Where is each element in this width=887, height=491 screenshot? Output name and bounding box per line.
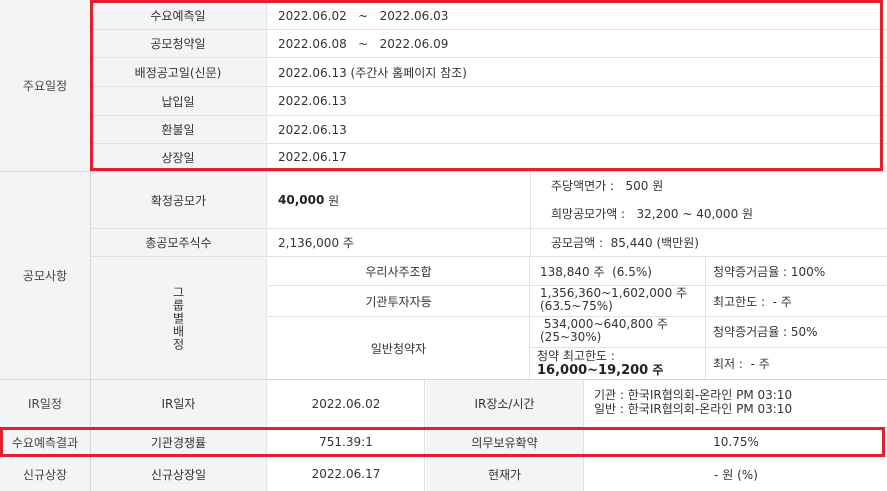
schedule-section: 주요일정 수요예측일 2022.06.02 ~ 2022.06.03 공모청약일…	[0, 0, 887, 172]
schedule-label: 상장일	[90, 144, 267, 170]
current-price-value: - 원 (%)	[714, 467, 758, 482]
forecast-section: 수요예측결과 기관경쟁률 751.39:1 의무보유확약 10.75%	[0, 428, 887, 457]
schedule-label: 배정공고일(신문)	[90, 58, 267, 86]
schedule-value: 2022.06.13	[278, 122, 347, 137]
price-unit: 원	[324, 193, 340, 208]
group-name: 우리사주조합	[268, 257, 530, 285]
schedule-value: 2022.06.13	[278, 94, 347, 108]
shares-label: 총공모주식수	[91, 229, 267, 256]
ir-place-line: 일반 : 한국IR협의회-온라인 PM 03:10	[594, 402, 793, 416]
group-label: 그룹별배정	[171, 285, 185, 351]
listing-header: 신규상장	[0, 457, 91, 491]
schedule-label: 공모청약일	[90, 30, 267, 57]
par-value: 주당액면가 : 500 원	[551, 178, 664, 193]
listing-section: 신규상장 신규상장일 2022.06.17 현재가 - 원 (%)	[0, 457, 887, 491]
ir-header: IR일정	[0, 380, 91, 427]
group-label-cell: 그룹별배정	[91, 257, 267, 379]
group-extra: 최저 : - 주	[713, 357, 770, 371]
lockup-label: 의무보유확약	[426, 428, 584, 456]
schedule-header: 주요일정	[0, 0, 91, 171]
group-qty: 534,000~640,800 주 (25~30%)	[540, 318, 668, 344]
schedule-label: 환불일	[90, 116, 267, 143]
limit-unit: 주	[648, 363, 664, 377]
price-label: 확정공모가	[91, 172, 267, 228]
limit-value: 16,000~19,200	[537, 363, 649, 378]
group-qty: 1,356,360~1,602,000 주 (63.5~75%)	[540, 287, 687, 313]
schedule-row: 납입일 2022.06.13	[90, 87, 887, 116]
schedule-value: 2022.06.13 (주간사 홈페이지 참조)	[278, 65, 467, 80]
current-price-label: 현재가	[426, 457, 584, 491]
group-qty: 138,840 주 (6.5%)	[540, 264, 652, 279]
competition-value: 751.39:1	[268, 428, 425, 456]
schedule-row: 상장일 2022.06.17	[90, 144, 887, 170]
offer-amount: 공모금액 : 85,440 (백만원)	[551, 236, 699, 250]
group-name: 기관투자자등	[268, 286, 530, 316]
forecast-header: 수요예측결과	[0, 428, 91, 456]
schedule-row: 환불일 2022.06.13	[90, 116, 887, 144]
group-qty-line: (25~30%)	[540, 330, 602, 344]
schedule-value: 2022.06.17	[278, 150, 347, 164]
schedule-label: 납입일	[90, 87, 267, 115]
group-name: 일반청약자	[268, 317, 530, 379]
offering-section: 공모사항 확정공모가 40,000 원 주당액면가 : 500 원 희망공모가액…	[0, 172, 887, 380]
group-extra: 청약증거금율 : 50%	[713, 324, 818, 339]
schedule-row: 배정공고일(신문) 2022.06.13 (주간사 홈페이지 참조)	[90, 58, 887, 87]
ir-date-value: 2022.06.02	[268, 380, 425, 427]
ipo-info-table: 주요일정 수요예측일 2022.06.02 ~ 2022.06.03 공모청약일…	[0, 0, 887, 491]
schedule-row: 수요예측일 2022.06.02 ~ 2022.06.03	[90, 2, 887, 30]
group-extra: 최고한도 : - 주	[713, 294, 792, 309]
ir-place-line: 기관 : 한국IR협의회-온라인 PM 03:10	[594, 388, 793, 402]
schedule-row: 공모청약일 2022.06.08 ~ 2022.06.09	[90, 30, 887, 58]
ir-place-label: IR장소/시간	[426, 380, 584, 427]
shares-value: 2,136,000 주	[278, 236, 354, 250]
subscription-limit: 청약 최고한도 : 16,000~19,200 주	[537, 349, 663, 378]
group-extra: 청약증거금율 : 100%	[713, 264, 826, 279]
price-amount: 40,000	[278, 193, 325, 207]
listing-date-label: 신규상장일	[91, 457, 267, 491]
price-value: 40,000 원	[278, 172, 339, 228]
schedule-value: 2022.06.02 ~ 2022.06.03	[278, 8, 449, 23]
hope-price: 희망공모가액 : 32,200 ~ 40,000 원	[551, 206, 754, 221]
offering-header: 공모사항	[0, 172, 91, 379]
competition-label: 기관경쟁률	[91, 428, 267, 456]
listing-date-value: 2022.06.17	[268, 457, 425, 491]
ir-place-value: 기관 : 한국IR협의회-온라인 PM 03:10 일반 : 한국IR협의회-온…	[594, 388, 792, 416]
group-qty-line: (63.5~75%)	[540, 299, 613, 313]
lockup-value: 10.75%	[713, 435, 759, 449]
ir-date-label: IR일자	[91, 380, 267, 427]
schedule-label: 수요예측일	[90, 2, 267, 29]
limit-label: 청약 최고한도 :	[537, 349, 615, 363]
schedule-value: 2022.06.08 ~ 2022.06.09	[278, 36, 449, 51]
ir-section: IR일정 IR일자 2022.06.02 IR장소/시간 기관 : 한국IR협의…	[0, 380, 887, 428]
